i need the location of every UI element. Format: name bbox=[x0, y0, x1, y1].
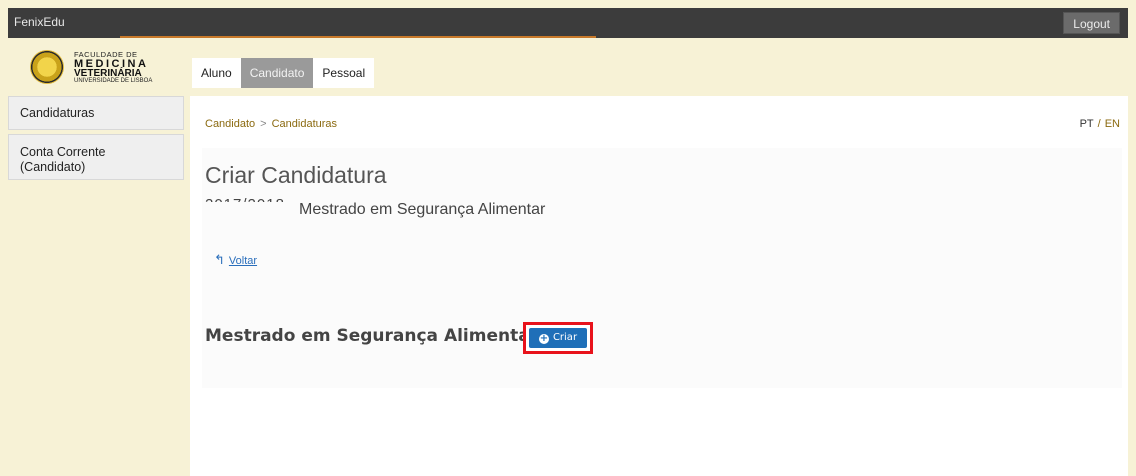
tab-pessoal[interactable]: Pessoal bbox=[313, 58, 375, 88]
content-panel: Criar Candidatura 2017/2018 Mestrado em … bbox=[202, 148, 1122, 388]
back-link[interactable]: ↰ Voltar bbox=[214, 252, 257, 268]
lang-separator: / bbox=[1097, 118, 1101, 130]
breadcrumb-separator: > bbox=[260, 118, 267, 130]
page-subtitle: Mestrado em Segurança Alimentar bbox=[299, 201, 546, 218]
faculty-seal-icon bbox=[30, 50, 64, 84]
sidebar-item-candidaturas[interactable]: Candidaturas bbox=[8, 96, 184, 130]
lang-en[interactable]: EN bbox=[1105, 118, 1120, 130]
page-title: Criar Candidatura bbox=[205, 162, 387, 188]
back-link-label: Voltar bbox=[228, 255, 258, 267]
tab-aluno[interactable]: Aluno bbox=[192, 58, 241, 88]
create-button-label: Criar bbox=[552, 332, 578, 343]
language-switcher: PT / EN bbox=[1080, 118, 1120, 130]
highlight-box: + Criar bbox=[523, 322, 593, 354]
role-tabs: Aluno Candidato Pessoal bbox=[192, 58, 375, 88]
logo-line-4: UNIVERSIDADE DE LISBOA bbox=[74, 78, 153, 84]
logout-button[interactable]: Logout bbox=[1063, 12, 1120, 34]
header: FACULDADE DE MEDICINA VETERINÁRIA UNIVER… bbox=[8, 38, 1128, 93]
breadcrumb-candidato[interactable]: Candidato bbox=[205, 118, 255, 130]
sidebar: Candidaturas Conta Corrente (Candidato) bbox=[8, 96, 184, 184]
sidebar-item-conta-corrente[interactable]: Conta Corrente (Candidato) bbox=[8, 134, 184, 180]
lang-pt[interactable]: PT bbox=[1080, 118, 1094, 130]
academic-period: 2017/2018 bbox=[205, 196, 285, 202]
tab-candidato[interactable]: Candidato bbox=[240, 58, 314, 88]
program-name: Mestrado em Segurança Alimentar bbox=[205, 326, 539, 346]
back-arrow-icon: ↰ bbox=[214, 252, 225, 267]
top-bar: FenixEdu Logout bbox=[8, 8, 1128, 38]
create-button[interactable]: + Criar bbox=[529, 328, 587, 348]
faculty-logo[interactable]: FACULDADE DE MEDICINA VETERINÁRIA UNIVER… bbox=[30, 50, 170, 90]
breadcrumb-candidaturas[interactable]: Candidaturas bbox=[272, 118, 337, 130]
main-content: Candidato > Candidaturas PT / EN Criar Candi… bbox=[190, 96, 1128, 476]
app-brand[interactable]: FenixEdu bbox=[14, 15, 65, 29]
breadcrumb: Candidato > Candidaturas bbox=[205, 118, 337, 130]
plus-circle-icon: + bbox=[538, 333, 549, 344]
